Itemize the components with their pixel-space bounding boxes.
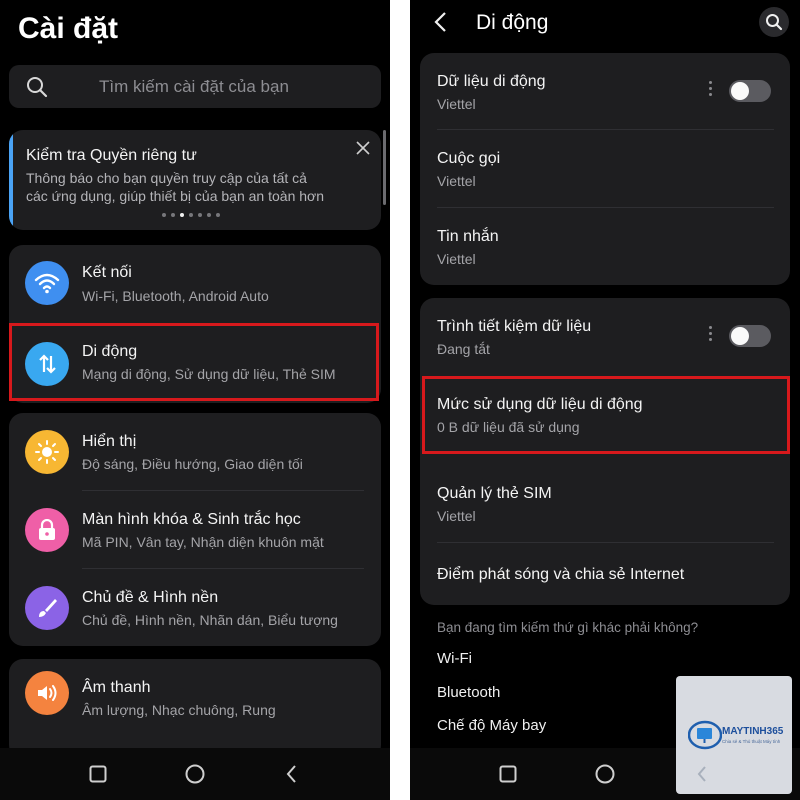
setting-subtitle: Đang tắt xyxy=(437,341,490,357)
settings-item-subtitle: Wi-Fi, Bluetooth, Android Auto xyxy=(82,288,269,304)
back-arrow-icon[interactable] xyxy=(432,11,448,33)
recents-icon xyxy=(89,765,107,783)
settings-item-connections[interactable]: Kết nối Wi-Fi, Bluetooth, Android Auto xyxy=(9,245,381,323)
setting-sim-manager[interactable]: Quản lý thẻ SIM Viettel xyxy=(420,465,790,542)
home-icon xyxy=(595,764,615,784)
setting-subtitle: Viettel xyxy=(437,508,476,524)
settings-item-subtitle: Mã PIN, Vân tay, Nhận diện khuôn mặt xyxy=(82,534,324,550)
vertical-divider-icon xyxy=(709,78,713,99)
settings-item-title: Chủ đề & Hình nền xyxy=(82,589,219,606)
suggestion-link-wifi[interactable]: Wi-Fi xyxy=(437,650,472,667)
setting-subtitle: Viettel xyxy=(437,96,476,112)
privacy-card-title: Kiểm tra Quyền riêng tư xyxy=(26,147,197,164)
search-input[interactable]: Tìm kiếm cài đặt của bạn xyxy=(99,77,289,97)
settings-item-title: Màn hình khóa & Sinh trắc học xyxy=(82,511,301,528)
privacy-check-card[interactable]: Kiểm tra Quyền riêng tư Thông báo cho bạ… xyxy=(9,130,381,230)
settings-item-display[interactable]: Hiển thị Độ sáng, Điều hướng, Giao diện … xyxy=(9,413,381,491)
mobile-data-toggle[interactable] xyxy=(729,80,771,102)
highlight-box-data-usage xyxy=(422,376,790,454)
recents-button[interactable] xyxy=(494,760,522,788)
highlight-box-mobile xyxy=(9,323,379,401)
setting-messages[interactable]: Tin nhắn Viettel xyxy=(420,208,790,285)
suggestions-heading: Bạn đang tìm kiếm thứ gì khác phải không… xyxy=(437,620,699,635)
vertical-divider-icon xyxy=(709,323,713,344)
close-icon[interactable] xyxy=(356,141,370,155)
watermark-tagline: Chia sẻ & Thủ thuật Máy tính xyxy=(722,739,781,744)
home-icon xyxy=(185,764,205,784)
setting-subtitle: Viettel xyxy=(437,251,476,267)
home-button[interactable] xyxy=(181,760,209,788)
brush-icon xyxy=(25,586,69,630)
page-indicator-dots xyxy=(162,213,220,217)
suggestion-link-airplane-mode[interactable]: Chế độ Máy bay xyxy=(437,717,546,734)
card-accent-bar xyxy=(9,130,13,230)
page-title: Di động xyxy=(476,11,549,34)
setting-hotspot[interactable]: Điểm phát sóng và chia sẻ Internet xyxy=(420,543,790,605)
settings-item-title: Âm thanh xyxy=(82,679,151,696)
navigation-bar xyxy=(0,748,390,800)
settings-item-subtitle: Chủ đề, Hình nền, Nhãn dán, Biểu tượng xyxy=(82,612,338,628)
setting-title: Điểm phát sóng và chia sẻ Internet xyxy=(437,566,685,583)
setting-title: Dữ liệu di động xyxy=(437,73,546,90)
setting-title: Quản lý thẻ SIM xyxy=(437,485,552,502)
speaker-icon xyxy=(25,671,69,715)
data-saver-toggle[interactable] xyxy=(729,325,771,347)
settings-screen: Cài đặt Tìm kiếm cài đặt của bạn Kiểm tr… xyxy=(0,0,390,800)
back-icon xyxy=(697,766,706,782)
scrollbar[interactable] xyxy=(383,130,386,205)
settings-item-subtitle: Độ sáng, Điều hướng, Giao diện tối xyxy=(82,456,303,472)
home-button[interactable] xyxy=(591,760,619,788)
monitor-logo-icon xyxy=(688,720,722,750)
settings-item-title: Kết nối xyxy=(82,264,132,281)
setting-data-saver[interactable]: Trình tiết kiệm dữ liệu Đang tắt xyxy=(420,298,790,375)
search-icon xyxy=(27,77,48,98)
sun-icon xyxy=(25,430,69,474)
recents-icon xyxy=(499,765,517,783)
privacy-card-text-2: các ứng dụng, giúp thiết bị của bạn an t… xyxy=(26,188,324,204)
setting-title: Tin nhắn xyxy=(437,228,499,245)
page-title: Cài đặt xyxy=(18,12,119,45)
lock-icon xyxy=(25,508,69,552)
search-icon xyxy=(766,14,783,31)
setting-title: Trình tiết kiệm dữ liệu xyxy=(437,318,592,335)
settings-item-themes[interactable]: Chủ đề & Hình nền Chủ đề, Hình nền, Nhãn… xyxy=(9,569,381,647)
settings-item-sound[interactable]: Âm thanh Âm lượng, Nhạc chuông, Rung xyxy=(9,659,381,737)
suggestion-link-bluetooth[interactable]: Bluetooth xyxy=(437,684,500,701)
settings-item-lockscreen[interactable]: Màn hình khóa & Sinh trắc học Mã PIN, Vâ… xyxy=(9,491,381,569)
search-bar[interactable]: Tìm kiếm cài đặt của bạn xyxy=(9,65,381,108)
search-button[interactable] xyxy=(759,7,789,37)
privacy-card-text-1: Thông báo cho bạn quyền truy cập của tất… xyxy=(26,170,307,186)
back-button[interactable] xyxy=(278,760,306,788)
setting-calls[interactable]: Cuộc gọi Viettel xyxy=(420,130,790,207)
watermark-logo: MAYTINH365 Chia sẻ & Thủ thuật Máy tính xyxy=(676,676,792,794)
recents-button[interactable] xyxy=(84,760,112,788)
back-icon xyxy=(286,765,296,783)
setting-subtitle: Viettel xyxy=(437,173,476,189)
watermark-brand: MAYTINH365 xyxy=(722,726,784,737)
settings-item-subtitle: Âm lượng, Nhạc chuông, Rung xyxy=(82,702,276,718)
wifi-icon xyxy=(25,261,69,305)
setting-mobile-data[interactable]: Dữ liệu di động Viettel xyxy=(420,53,790,130)
settings-item-title: Hiển thị xyxy=(82,433,137,450)
setting-title: Cuộc gọi xyxy=(437,150,501,167)
